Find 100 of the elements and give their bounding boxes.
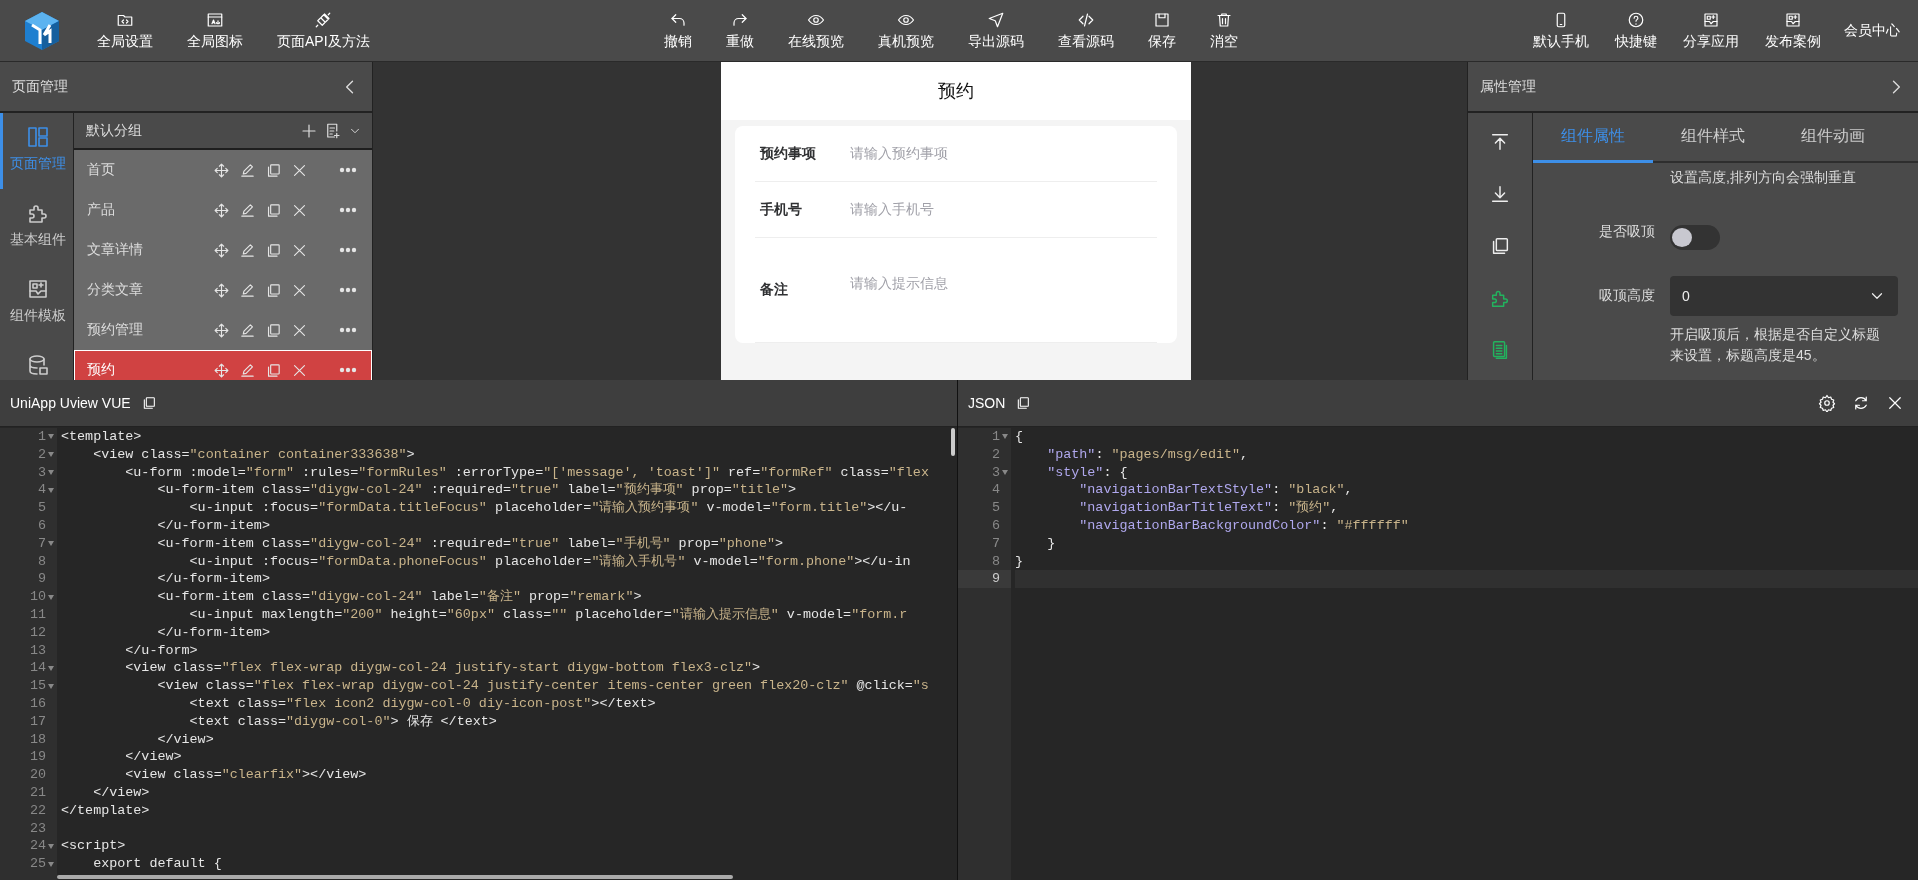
fold-icon[interactable]: [48, 452, 54, 458]
code-line: <u-form-item class="diygw-col-24" :required="true" label="手机号" prop="phone">: [156, 534, 784, 553]
more-icon[interactable]: [339, 247, 357, 253]
edit-icon: [239, 161, 256, 179]
line-number: 5: [37, 499, 46, 517]
code-line: "navigationBarBackgroundColor": "#ffffff": [1078, 517, 1409, 535]
code-line: </u-form>: [124, 641, 198, 660]
code-line: "path": "pages/msg/edit",: [1046, 445, 1249, 464]
toolbar-button[interactable]: 查看源码: [1040, 6, 1131, 55]
member-center-link[interactable]: 会员中心: [1834, 21, 1910, 40]
board-icon: [1784, 10, 1802, 29]
toolbar-button[interactable]: 页面API及方法: [260, 6, 387, 55]
code-line: <view class="container container333638">: [92, 445, 415, 464]
hint-text: 设置高度,排列方向会强制垂直: [1670, 169, 1857, 187]
code-line: </view>: [124, 748, 182, 767]
field-label: 备注: [759, 281, 789, 299]
more-icon[interactable]: [339, 367, 357, 373]
trash-icon: [1214, 10, 1233, 29]
line-number: 10: [29, 588, 46, 606]
settings-icon: [1818, 394, 1836, 412]
more-icon[interactable]: [339, 207, 357, 213]
page-item[interactable]: 分类文章: [74, 270, 372, 310]
board-icon: [1702, 10, 1720, 29]
toolbar-button[interactable]: 分享应用: [1670, 6, 1752, 55]
field-label: 手机号: [759, 200, 803, 219]
line-number: 2: [991, 445, 1000, 464]
page-item[interactable]: 文章详情: [74, 230, 372, 270]
line-number: 8: [991, 552, 1000, 571]
fold-icon[interactable]: [48, 594, 54, 600]
copy-icon: [265, 361, 282, 379]
more-icon[interactable]: [339, 167, 357, 173]
tab[interactable]: 组件样式: [1653, 113, 1773, 163]
line-number: 6: [991, 517, 1000, 535]
line-number: 3: [37, 463, 46, 482]
line-number: 11: [29, 605, 46, 624]
toolbar-button[interactable]: 默认手机: [1520, 6, 1602, 55]
code-line: <template>: [61, 428, 142, 446]
move-top-icon: [1489, 131, 1511, 153]
code-line: </u-form-item>: [156, 570, 270, 589]
page-item[interactable]: 预约管理: [74, 310, 372, 350]
line-number: 9: [991, 570, 1000, 589]
fold-icon[interactable]: [48, 470, 54, 475]
toolbar-button[interactable]: 撤销: [646, 6, 709, 55]
editor-title: JSON: [968, 395, 1006, 411]
nav-tab[interactable]: 组件模板: [0, 265, 73, 341]
font-image-icon: [206, 10, 224, 29]
refresh-icon: [1852, 394, 1870, 412]
tab[interactable]: 组件动画: [1773, 113, 1893, 163]
fold-icon[interactable]: [48, 843, 54, 849]
toolbar-button[interactable]: 快捷键: [1602, 6, 1670, 55]
edit-icon: [239, 321, 256, 339]
move-icon: [213, 321, 230, 339]
toolbar-button[interactable]: 全局图标: [170, 6, 260, 55]
code-line: {: [1015, 428, 1024, 446]
line-number: 3: [991, 463, 1000, 482]
hint-text: 开启吸顶后，根据是否自定义标题来设置，标题高度是45。: [1670, 325, 1881, 365]
page-item[interactable]: 预约: [74, 350, 372, 380]
code-line: "navigationBarTitleText": "预约",: [1078, 499, 1339, 517]
fold-icon[interactable]: [48, 683, 54, 689]
panel-title: 属性管理: [1480, 77, 1536, 96]
edit-icon: [239, 361, 256, 379]
nav-tab[interactable]: 基本组件: [0, 189, 73, 265]
fold-icon[interactable]: [1002, 434, 1008, 440]
line-number: 14: [29, 659, 46, 678]
toolbar-button[interactable]: 重做: [708, 6, 771, 55]
fold-icon[interactable]: [1002, 470, 1008, 475]
toolbar-button[interactable]: 保存: [1130, 6, 1193, 55]
more-icon[interactable]: [339, 287, 357, 293]
line-number: 25: [29, 855, 46, 873]
copy-icon: [1015, 395, 1032, 411]
fold-icon[interactable]: [48, 861, 54, 867]
toggle-switch[interactable]: [1670, 225, 1720, 250]
select-field[interactable]: 0: [1670, 276, 1898, 316]
code-line: </view>: [156, 730, 214, 749]
toolbar-button[interactable]: 全局设置: [80, 6, 170, 55]
edit-icon: [239, 241, 256, 259]
fold-icon[interactable]: [48, 541, 54, 547]
code-line: </template>: [61, 801, 150, 820]
more-icon[interactable]: [339, 327, 357, 333]
toolbar-button[interactable]: 消空: [1192, 6, 1255, 55]
scrollbar[interactable]: [57, 875, 733, 879]
code-line: }: [1015, 552, 1024, 571]
fold-icon[interactable]: [48, 665, 54, 671]
fold-icon[interactable]: [48, 434, 54, 440]
toolbar-button[interactable]: 导出源码: [950, 6, 1041, 55]
copy-icon: [265, 161, 282, 179]
line-number: 6: [37, 517, 46, 535]
toolbar-button[interactable]: 发布案例: [1752, 6, 1834, 55]
line-number: 20: [29, 766, 46, 784]
line-number: 7: [37, 534, 46, 553]
page-item[interactable]: 首页: [74, 150, 372, 190]
toolbar-button[interactable]: 真机预览: [860, 6, 951, 55]
fold-icon[interactable]: [48, 487, 54, 493]
scrollbar[interactable]: [951, 428, 955, 456]
page-item[interactable]: 产品: [74, 190, 372, 230]
code-line: }: [1046, 534, 1056, 553]
code-line: <u-input :focus="formData.titleFocus" placeholder="请输入预约事项" v-model="form.title"></u-: [188, 499, 908, 517]
copy-icon: [265, 321, 282, 339]
toolbar-button[interactable]: 在线预览: [770, 6, 861, 55]
line-number: 16: [29, 694, 46, 713]
